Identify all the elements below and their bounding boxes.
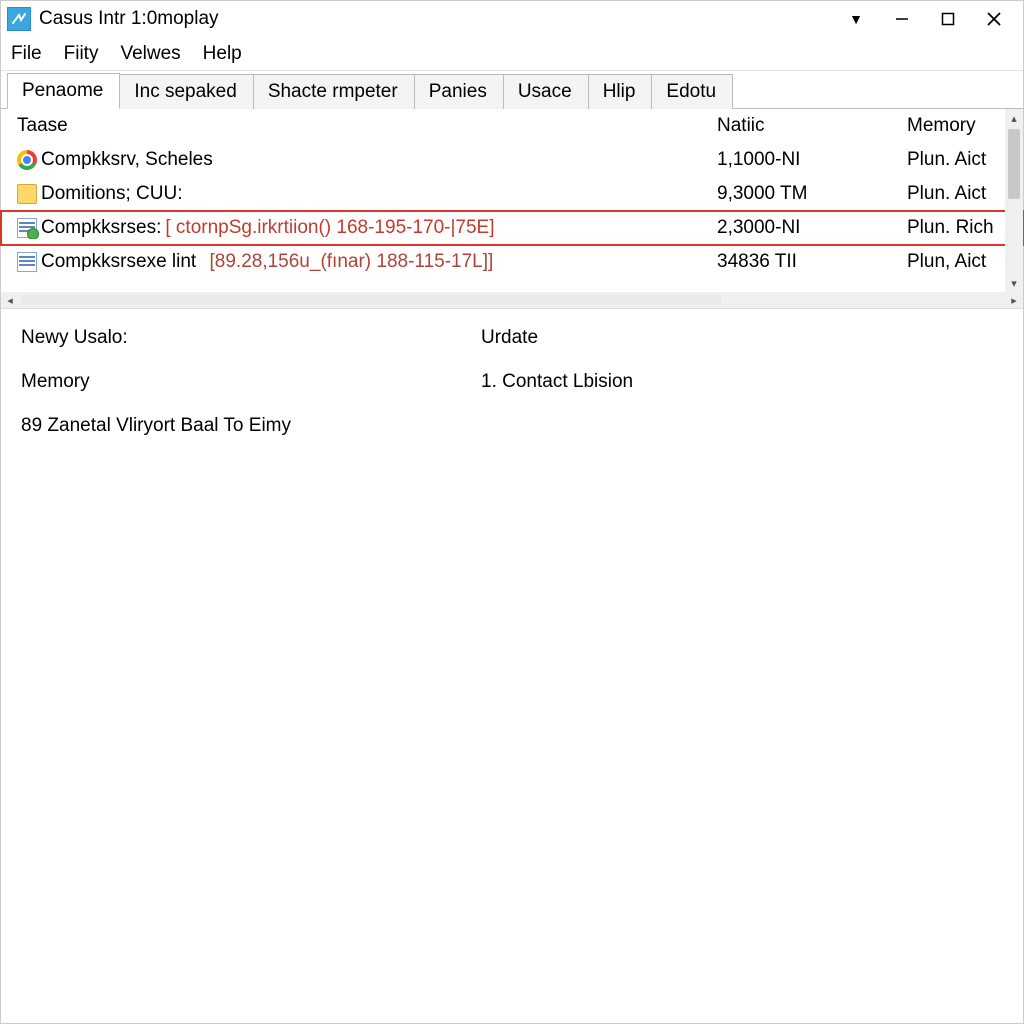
- process-natic: 1,1000-NI: [717, 149, 907, 171]
- scroll-left-icon[interactable]: ◂: [1, 292, 19, 308]
- tab-panies[interactable]: Panies: [414, 74, 504, 109]
- detail-new-usalo: Newy Usalo:: [21, 327, 481, 349]
- detail-memory: Memory: [21, 371, 481, 393]
- scroll-track[interactable]: [19, 292, 1005, 308]
- dropdown-button[interactable]: ▼: [833, 3, 879, 35]
- process-name: Compkksrses:: [41, 217, 161, 239]
- detail-urdate: Urdate: [481, 327, 1003, 349]
- chrome-icon: [17, 150, 37, 170]
- tab-strip: Penaome Inc sepaked Shacte rmpeter Panie…: [1, 71, 1023, 109]
- table-row[interactable]: Compkksrv, Scheles 1,1000-NI Plun. Aict: [1, 143, 1023, 177]
- column-header-name[interactable]: Taase: [17, 115, 717, 137]
- folder-icon: [17, 184, 37, 204]
- tab-usace[interactable]: Usace: [503, 74, 589, 109]
- table-header-row: Taase Natiic Memory: [1, 109, 1023, 143]
- menubar: File Fiity Velwes Help: [1, 37, 1023, 71]
- process-table: Taase Natiic Memory Compkksrv, Scheles 1…: [1, 109, 1023, 309]
- tab-hlip[interactable]: Hlip: [588, 74, 653, 109]
- process-name: Compkksrv, Scheles: [41, 149, 213, 171]
- tab-inc-sepaked[interactable]: Inc sepaked: [119, 74, 253, 109]
- detail-zanetal: 89 Zanetal Vliryort Baal To Eimy: [21, 415, 1003, 437]
- doc-icon: [17, 252, 37, 272]
- process-natic: 2,3000-NI: [717, 217, 907, 239]
- tab-edotu[interactable]: Edotu: [651, 74, 733, 109]
- process-extra: [ ctornpSg.irkrtiion() 168-195-170-|75E]: [165, 217, 494, 239]
- app-window: Casus Intr 1:0moplay ▼ File Fiity Velwes…: [0, 0, 1024, 1024]
- close-button[interactable]: [971, 3, 1017, 35]
- tab-shacte-rmpeter[interactable]: Shacte rmpeter: [253, 74, 415, 109]
- empty-area: [1, 455, 1023, 1023]
- scroll-down-icon[interactable]: ▾: [1005, 274, 1023, 292]
- app-icon: [7, 7, 31, 31]
- table-body: Compkksrv, Scheles 1,1000-NI Plun. Aict …: [1, 143, 1023, 279]
- scroll-thumb[interactable]: [1008, 129, 1020, 199]
- table-row-highlighted[interactable]: Compkksrses: [ ctornpSg.irkrtiion() 168-…: [1, 211, 1023, 245]
- process-name: Domitions; CUU:: [41, 183, 182, 205]
- details-panel: Newy Usalo: Urdate Memory 1. Contact Lbi…: [1, 309, 1023, 455]
- detail-contact: 1. Contact Lbision: [481, 371, 1003, 393]
- minimize-button[interactable]: [879, 3, 925, 35]
- titlebar: Casus Intr 1:0moplay ▼: [1, 1, 1023, 37]
- doc-green-icon: [17, 218, 37, 238]
- process-extra: [89.28,156u_(fınar) 188-115-17L]]: [210, 251, 494, 273]
- menu-velwes[interactable]: Velwes: [120, 43, 180, 65]
- tab-penaome[interactable]: Penaome: [7, 73, 120, 109]
- process-natic: 34836 TII: [717, 251, 907, 273]
- table-row[interactable]: Domitions; CUU: 9,3000 TM Plun. Aict: [1, 177, 1023, 211]
- scroll-right-icon[interactable]: ▸: [1005, 292, 1023, 308]
- maximize-button[interactable]: [925, 3, 971, 35]
- process-name: Compkksrsexe lint: [41, 251, 196, 273]
- menu-help[interactable]: Help: [203, 43, 242, 65]
- menu-fiity[interactable]: Fiity: [64, 43, 99, 65]
- menu-file[interactable]: File: [11, 43, 42, 65]
- process-natic: 9,3000 TM: [717, 183, 907, 205]
- table-row[interactable]: Compkksrsexe lint [89.28,156u_(fınar) 18…: [1, 245, 1023, 279]
- vertical-scrollbar[interactable]: ▴ ▾: [1005, 109, 1023, 292]
- horizontal-scrollbar[interactable]: ◂ ▸: [1, 292, 1023, 308]
- window-title: Casus Intr 1:0moplay: [39, 8, 219, 30]
- scroll-up-icon[interactable]: ▴: [1005, 109, 1023, 127]
- scroll-track[interactable]: [1005, 127, 1023, 274]
- scroll-thumb[interactable]: [21, 295, 721, 305]
- column-header-natic[interactable]: Natiic: [717, 115, 907, 137]
